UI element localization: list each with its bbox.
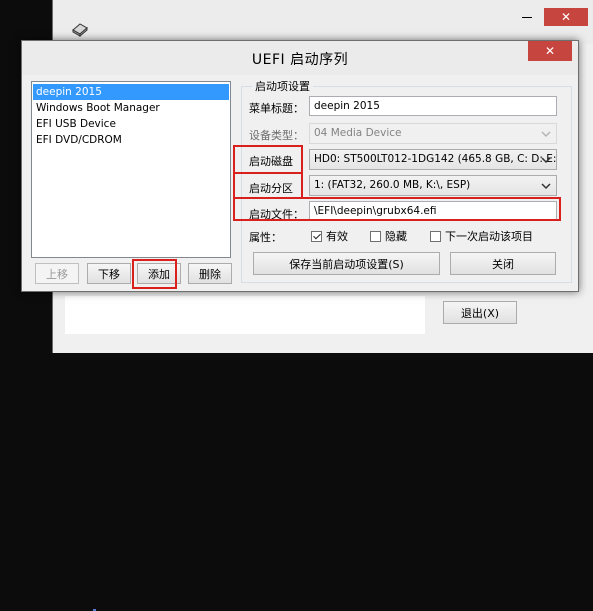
boot-disk-value: HD0: ST500LT012-1DG142 (465.8 GB, C: D: … <box>314 153 557 165</box>
annotation-box-boot-partition <box>233 172 303 199</box>
background-titlebar: ✕ <box>53 0 593 44</box>
background-close-button[interactable]: ✕ <box>544 8 588 26</box>
background-content-area <box>65 296 425 611</box>
uefi-boot-order-dialog: UEFI 启动序列 ✕ deepin 2015 Windows Boot Man… <box>21 40 579 292</box>
save-settings-button[interactable]: 保存当前启动项设置(S) <box>253 252 440 275</box>
delete-button[interactable]: 删除 <box>188 263 232 284</box>
close-button[interactable]: 关闭 <box>450 252 556 275</box>
boot-disk-select[interactable]: HD0: ST500LT012-1DG142 (465.8 GB, C: D: … <box>309 149 557 170</box>
attributes-label: 属性： <box>249 231 282 244</box>
dialog-title: UEFI 启动序列 <box>251 52 349 68</box>
chevron-down-icon <box>541 157 551 164</box>
valid-checkbox-row[interactable]: 有效 <box>311 228 348 244</box>
exit-button[interactable]: 退出(X) <box>443 301 517 324</box>
chevron-down-icon <box>541 131 551 138</box>
device-type-value: 04 Media Device <box>314 127 402 139</box>
hidden-checkbox-row[interactable]: 隐藏 <box>370 228 407 244</box>
annotation-box-add <box>132 259 177 289</box>
list-item[interactable]: deepin 2015 <box>33 84 229 100</box>
device-type-select: 04 Media Device <box>309 123 557 144</box>
device-type-label: 设备类型： <box>249 129 304 142</box>
annotation-box-boot-disk <box>233 145 303 174</box>
settings-group-title: 启动项设置 <box>252 78 313 94</box>
next-boot-checkbox-label: 下一次启动该项目 <box>445 230 533 243</box>
move-up-button[interactable]: 上移 <box>35 263 79 284</box>
menu-title-label: 菜单标题： <box>249 102 304 115</box>
valid-checkbox[interactable] <box>311 230 322 242</box>
dialog-titlebar: UEFI 启动序列 ✕ <box>22 41 578 75</box>
list-item[interactable]: EFI DVD/CDROM <box>33 132 229 148</box>
list-item[interactable]: Windows Boot Manager <box>33 100 229 116</box>
boot-partition-value: 1: (FAT32, 260.0 MB, K:\, ESP) <box>314 179 471 191</box>
menu-title-input[interactable]: deepin 2015 <box>309 96 557 116</box>
next-boot-checkbox-row[interactable]: 下一次启动该项目 <box>430 228 533 244</box>
chevron-down-icon <box>541 183 551 190</box>
annotation-box-boot-file <box>233 197 561 221</box>
minimize-button[interactable] <box>514 8 540 26</box>
list-item[interactable]: EFI USB Device <box>33 116 229 132</box>
app-disk-icon <box>72 23 88 37</box>
dialog-close-button[interactable]: ✕ <box>528 41 572 61</box>
hidden-checkbox[interactable] <box>370 230 381 242</box>
valid-checkbox-label: 有效 <box>326 230 348 243</box>
boot-partition-select[interactable]: 1: (FAT32, 260.0 MB, K:\, ESP) <box>309 175 557 196</box>
next-boot-checkbox[interactable] <box>430 230 441 242</box>
boot-entry-list[interactable]: deepin 2015 Windows Boot Manager EFI USB… <box>31 81 231 258</box>
hidden-checkbox-label: 隐藏 <box>385 230 407 243</box>
move-down-button[interactable]: 下移 <box>87 263 131 284</box>
